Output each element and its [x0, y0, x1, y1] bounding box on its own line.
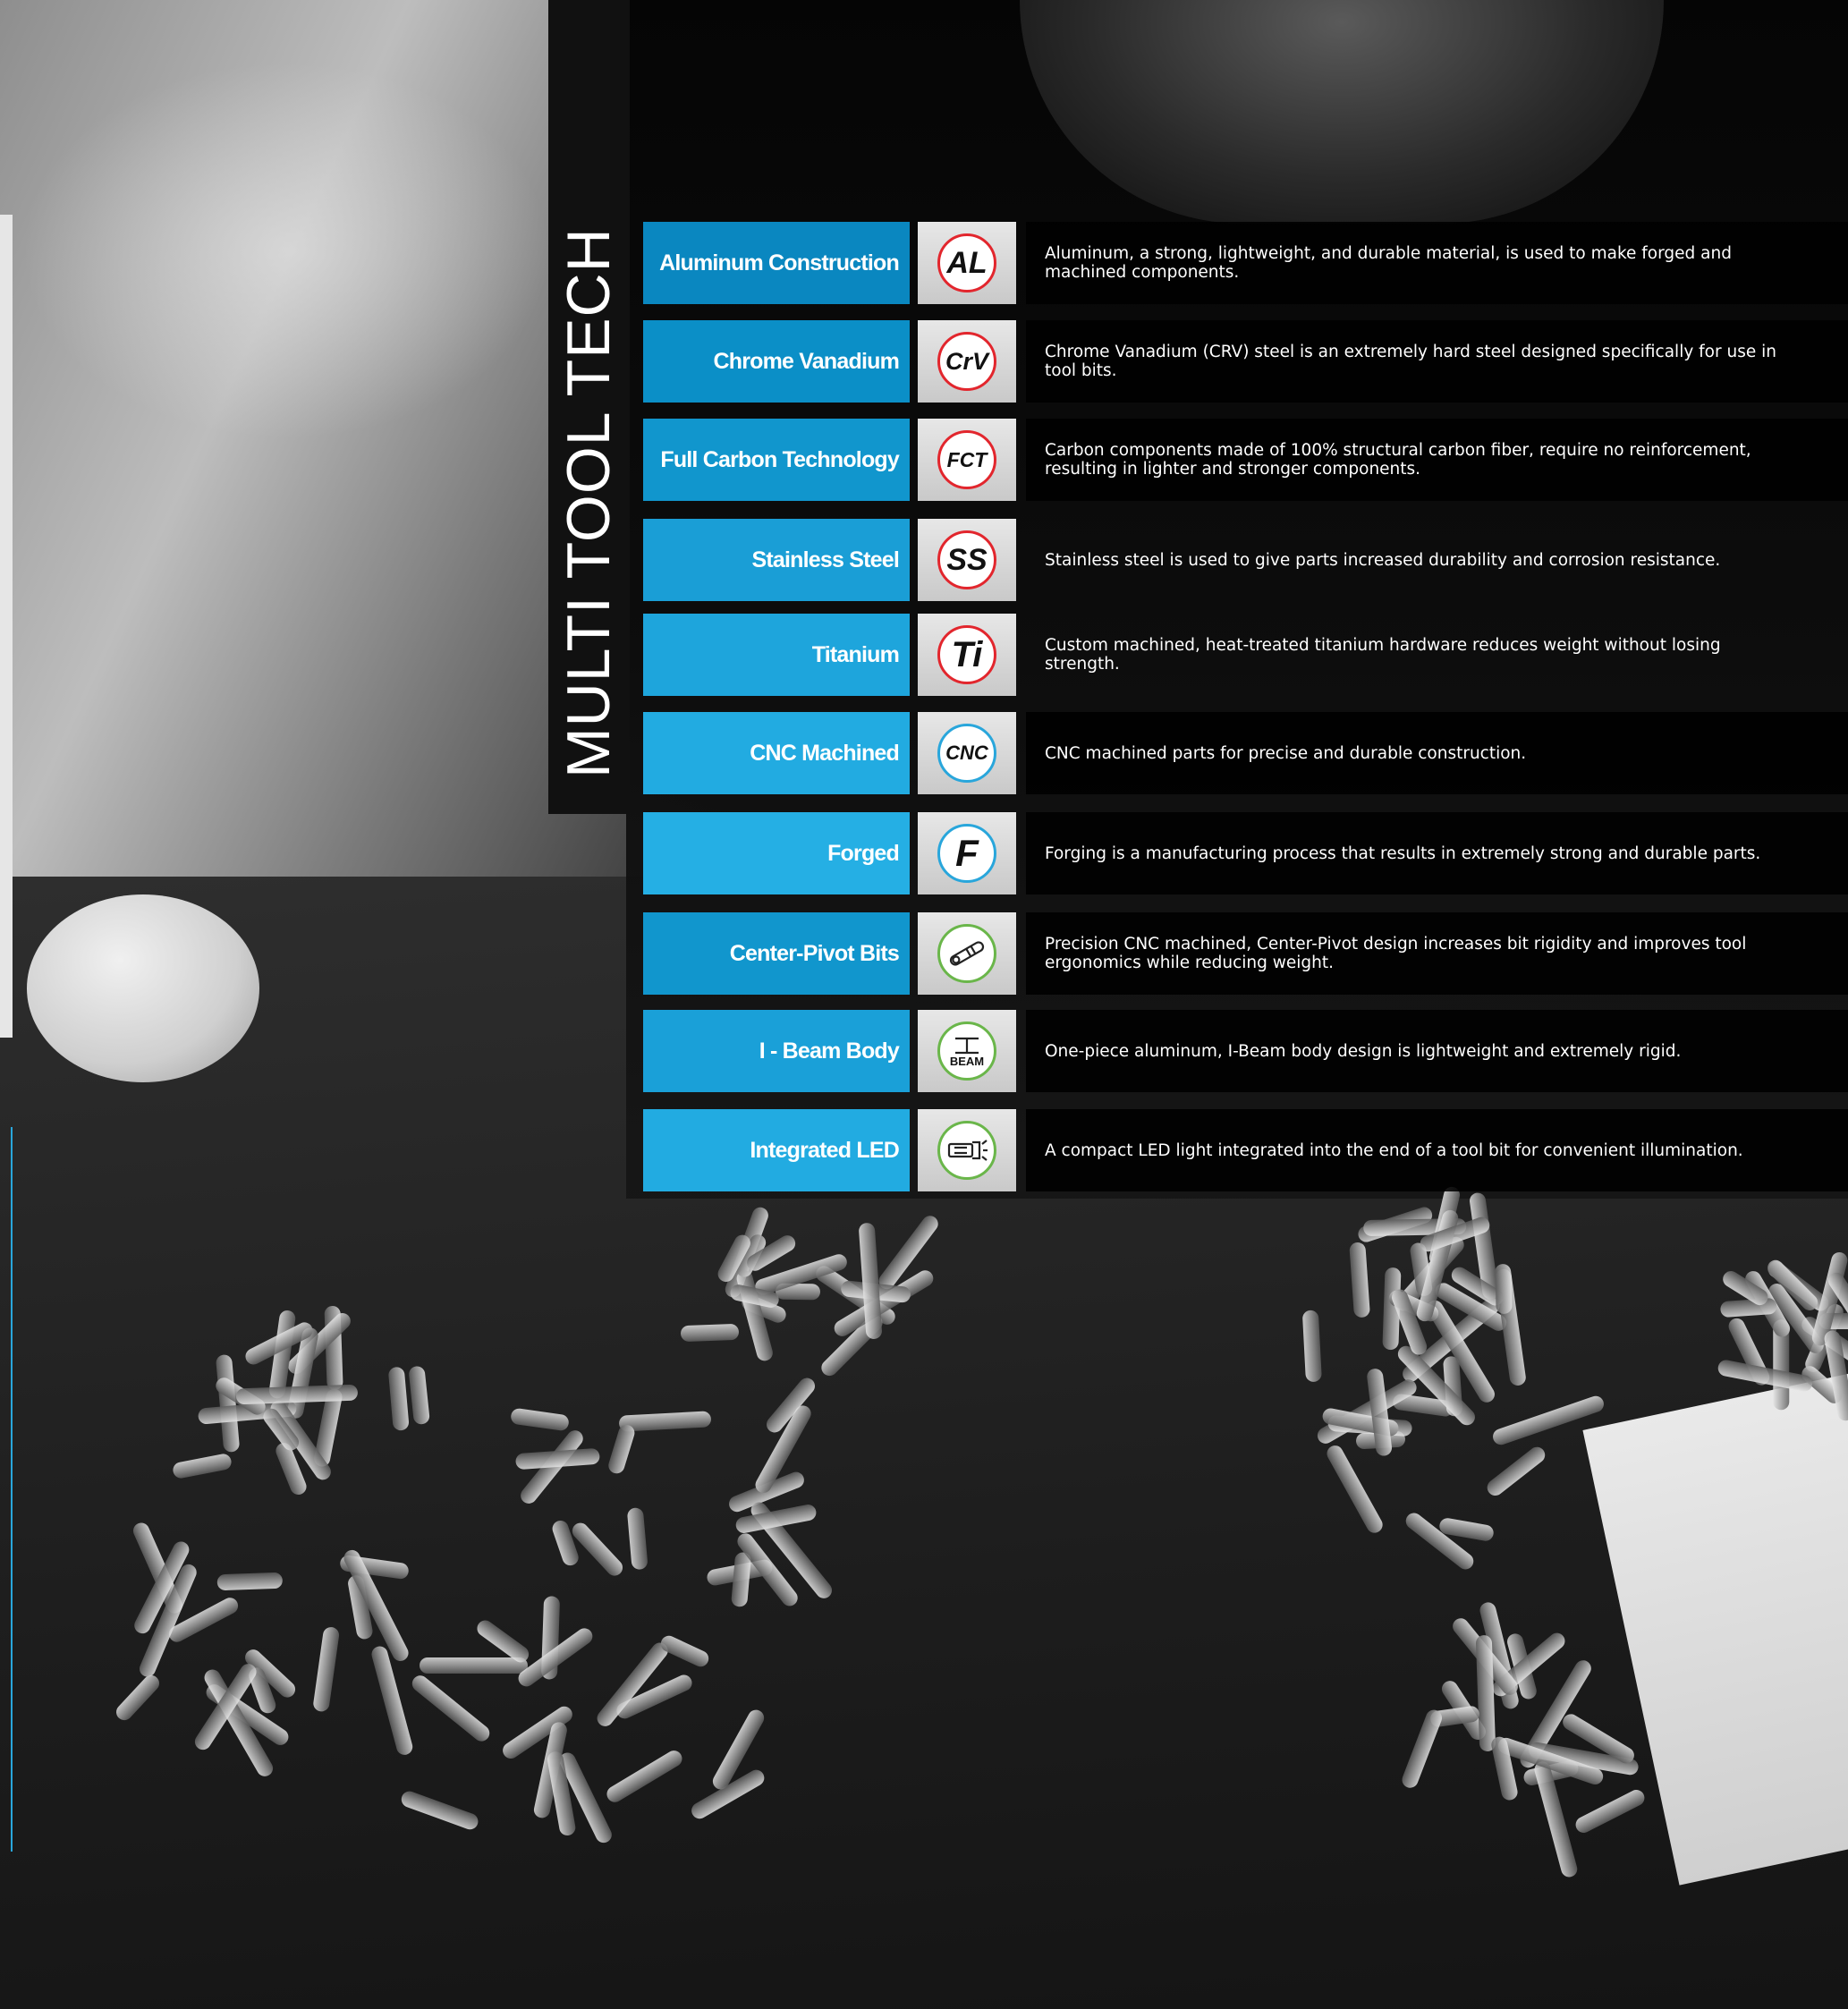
feature-row: Aluminum Construction AL Aluminum, a str…	[643, 222, 1848, 304]
ss-badge-icon: SS	[937, 530, 996, 589]
feature-label: Aluminum Construction	[643, 222, 910, 304]
feature-description: Precision CNC machined, Center-Pivot des…	[1045, 935, 1747, 972]
feature-label: Full Carbon Technology	[643, 419, 910, 501]
background-tool-bit	[510, 1407, 571, 1432]
background-tool-bit	[1717, 1359, 1815, 1394]
feature-label: Forged	[643, 812, 910, 894]
background-tool-bit	[113, 1672, 164, 1725]
feature-description-bar: Stainless steel is used to give parts in…	[1026, 519, 1848, 601]
feature-description: CNC machined parts for precise and durab…	[1045, 743, 1527, 763]
ti-badge-icon: Ti	[937, 625, 996, 684]
feature-icon-tile: CNC	[918, 712, 1016, 794]
background-tool-bit	[408, 1365, 431, 1426]
fct-badge-icon: FCT	[937, 430, 996, 489]
feature-description-bar: Aluminum, a strong, lightweight, and dur…	[1026, 222, 1848, 304]
background-tool-bit	[171, 1453, 233, 1480]
led-flashlight-icon	[937, 1121, 996, 1180]
cnc-badge-icon: CNC	[937, 724, 996, 783]
feature-icon-tile: SS	[918, 519, 1016, 601]
feature-row: Center-Pivot Bits Precision CNC machined…	[643, 912, 1848, 995]
background-tool-bit	[1399, 1707, 1445, 1790]
background-tool-bit	[514, 1447, 600, 1470]
feature-description-bar: Precision CNC machined, Center-Pivot des…	[1026, 912, 1848, 995]
feature-label: Stainless Steel	[643, 519, 910, 601]
background-tool-bit	[604, 1748, 685, 1806]
feature-description: Aluminum, a strong, lightweight, and dur…	[1045, 244, 1732, 282]
feature-icon-tile: CrV	[918, 320, 1016, 403]
feature-label: Center-Pivot Bits	[643, 912, 910, 995]
feature-description-bar: One-piece aluminum, I-Beam body design i…	[1026, 1010, 1848, 1092]
feature-label: CNC Machined	[643, 712, 910, 794]
forged-badge-icon: F	[937, 824, 996, 883]
feature-label: Integrated LED	[643, 1109, 910, 1191]
feature-description-bar: CNC machined parts for precise and durab…	[1026, 712, 1848, 794]
background-tool-bit	[658, 1632, 712, 1669]
feature-row: Forged F Forging is a manufacturing proc…	[643, 812, 1848, 894]
page: MULTI TOOL TECH Aluminum Construction AL…	[0, 0, 1848, 2009]
background-tool-bit	[1324, 1442, 1386, 1537]
feature-description: Forging is a manufacturing process that …	[1045, 843, 1761, 863]
background-tool-bit	[626, 1506, 648, 1571]
feature-icon-tile	[918, 1109, 1016, 1191]
background-tool-bit	[680, 1323, 739, 1343]
background-tool-bit	[1483, 1443, 1548, 1499]
feature-icon-tile: AL	[918, 222, 1016, 304]
background-tool-bit	[1402, 1509, 1477, 1573]
feature-description-bar: Carbon components made of 100% structura…	[1026, 419, 1848, 501]
background-tool-bit	[606, 1422, 637, 1475]
i-beam-icon: BEAM	[937, 1021, 996, 1081]
feature-description: Carbon components made of 100% structura…	[1045, 441, 1751, 479]
background-tool-bit	[569, 1520, 626, 1580]
feature-description: Chrome Vanadium (CRV) steel is an extrem…	[1045, 343, 1776, 380]
center-pivot-bit-icon	[937, 924, 996, 983]
feature-label: Titanium	[643, 614, 910, 696]
feature-description-bar: A compact LED light integrated into the …	[1026, 1109, 1848, 1191]
feature-description: One-piece aluminum, I-Beam body design i…	[1045, 1041, 1682, 1061]
background-tool-bit	[420, 1657, 529, 1674]
feature-icon-tile: FCT	[918, 419, 1016, 501]
background-tool-bit	[409, 1672, 494, 1745]
feature-description-bar: Custom machined, heat-treated titanium h…	[1026, 614, 1848, 696]
background-tool-bit	[399, 1788, 481, 1832]
feature-icon-tile	[918, 912, 1016, 995]
background-tool-bit	[387, 1366, 410, 1432]
feature-description-bar: Chrome Vanadium (CRV) steel is an extrem…	[1026, 320, 1848, 403]
feature-description: Stainless steel is used to give parts in…	[1045, 550, 1721, 570]
feature-row: CNC Machined CNC CNC machined parts for …	[643, 712, 1848, 794]
feature-description: Custom machined, heat-treated titanium h…	[1045, 636, 1721, 674]
background-tool-bit	[1491, 1394, 1606, 1448]
background-tool-bit	[216, 1572, 284, 1590]
feature-icon-tile: BEAM	[918, 1010, 1016, 1092]
feature-icon-tile: F	[918, 812, 1016, 894]
background-tool-bit	[1301, 1310, 1323, 1383]
feature-icon-tile: Ti	[918, 614, 1016, 696]
crv-badge-icon: CrV	[937, 332, 996, 391]
background-tool-bit	[312, 1625, 341, 1713]
feature-row: Titanium Ti Custom machined, heat-treate…	[643, 614, 1848, 696]
feature-row: I - Beam Body BEAM One-piece aluminum, I…	[643, 1010, 1848, 1092]
feature-row: Integrated LED A compact LED light integ…	[643, 1109, 1848, 1191]
background-tool-bit	[730, 1551, 752, 1608]
page-heading: MULTI TOOL TECH	[555, 227, 623, 778]
feature-row: Full Carbon Technology FCT Carbon compon…	[643, 419, 1848, 501]
feature-label: Chrome Vanadium	[643, 320, 910, 403]
feature-description: A compact LED light integrated into the …	[1045, 1140, 1743, 1160]
background-tool-bit	[1495, 1268, 1513, 1315]
feature-description-bar: Forging is a manufacturing process that …	[1026, 812, 1848, 894]
background-tool-bit	[369, 1644, 415, 1757]
al-badge-icon: AL	[937, 233, 996, 292]
feature-row: Chrome Vanadium CrV Chrome Vanadium (CRV…	[643, 320, 1848, 403]
background-tool-bit	[1349, 1242, 1371, 1318]
feature-row: Stainless Steel SS Stainless steel is us…	[643, 519, 1848, 601]
background-tool-bit	[1572, 1786, 1648, 1836]
feature-label: I - Beam Body	[643, 1010, 910, 1092]
